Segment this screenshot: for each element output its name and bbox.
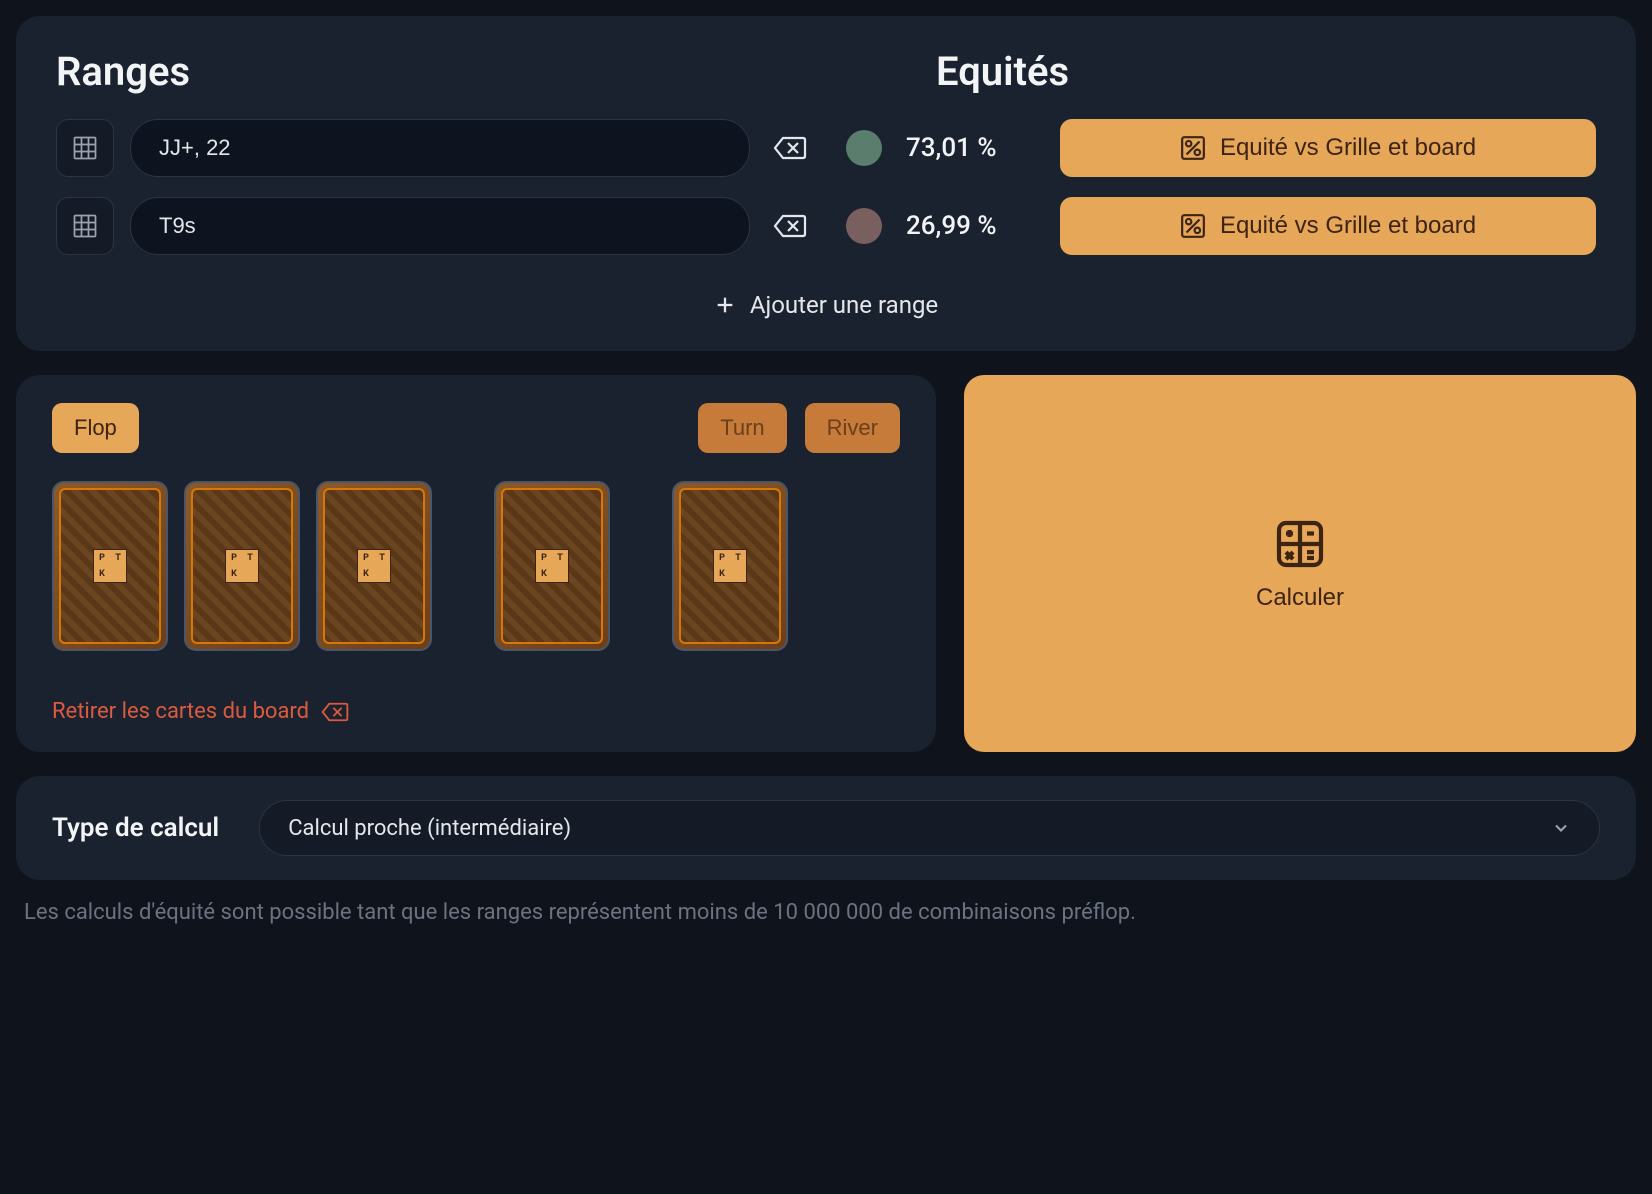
equity-btn-label: Equité vs Grille et board xyxy=(1220,134,1476,162)
clear-range-button[interactable] xyxy=(766,202,814,250)
add-range-label: Ajouter une range xyxy=(750,291,938,319)
equity-section: 26,99 % Equité vs Grille et board xyxy=(846,197,1596,255)
clear-range-button[interactable] xyxy=(766,124,814,172)
turn-river-tab-group: Turn River xyxy=(698,403,900,453)
remove-cards-label: Retirer les cartes du board xyxy=(52,699,309,724)
grid-icon xyxy=(71,212,99,240)
flop-tab-group: Flop xyxy=(52,403,139,453)
card-back-logo: PTK xyxy=(535,549,569,583)
range-input[interactable] xyxy=(130,197,750,255)
range-row: 73,01 % Equité vs Grille et board xyxy=(56,119,1596,177)
calc-type-label: Type de calcul xyxy=(52,813,219,843)
calc-type-panel: Type de calcul Calcul proche (intermédia… xyxy=(16,776,1636,880)
card-back-logo: PTK xyxy=(225,549,259,583)
board-panel: Flop Turn River PTK PTK PTK PTK PTK Reti… xyxy=(16,375,936,752)
board-calc-row: Flop Turn River PTK PTK PTK PTK PTK Reti… xyxy=(16,375,1636,752)
plus-icon xyxy=(714,294,736,316)
tab-turn[interactable]: Turn xyxy=(698,403,786,453)
equity-value: 73,01 % xyxy=(906,133,1036,163)
range-color-dot xyxy=(846,130,882,166)
ranges-panel: Ranges Equités 73,01 % xyxy=(16,16,1636,351)
equity-btn-label: Equité vs Grille et board xyxy=(1220,212,1476,240)
range-row: 26,99 % Equité vs Grille et board xyxy=(56,197,1596,255)
add-range-button[interactable]: Ajouter une range xyxy=(56,291,1596,319)
flop-card-1[interactable]: PTK xyxy=(52,481,168,651)
ranges-heading: Ranges xyxy=(56,48,936,95)
calculate-button[interactable]: Calculer xyxy=(964,375,1636,752)
footer-note: Les calculs d'équité sont possible tant … xyxy=(16,900,1636,925)
flop-card-2[interactable]: PTK xyxy=(184,481,300,651)
equity-value: 26,99 % xyxy=(906,211,1036,241)
backspace-icon xyxy=(321,701,349,723)
turn-card[interactable]: PTK xyxy=(494,481,610,651)
card-back-logo: PTK xyxy=(357,549,391,583)
equity-vs-grid-button[interactable]: Equité vs Grille et board xyxy=(1060,197,1596,255)
percent-icon xyxy=(1180,135,1206,161)
panel-headers: Ranges Equités xyxy=(56,48,1596,95)
chevron-down-icon xyxy=(1551,818,1571,838)
tab-flop[interactable]: Flop xyxy=(52,403,139,453)
range-input[interactable] xyxy=(130,119,750,177)
equity-section: 73,01 % Equité vs Grille et board xyxy=(846,119,1596,177)
card-back-logo: PTK xyxy=(713,549,747,583)
calc-type-select[interactable]: Calcul proche (intermédiaire) xyxy=(259,800,1600,856)
backspace-icon xyxy=(773,213,807,239)
calculate-label: Calculer xyxy=(1256,584,1344,612)
board-cards-row: PTK PTK PTK PTK PTK xyxy=(52,481,900,651)
card-back-logo: PTK xyxy=(93,549,127,583)
equity-vs-grid-button[interactable]: Equité vs Grille et board xyxy=(1060,119,1596,177)
range-color-dot xyxy=(846,208,882,244)
tab-river[interactable]: River xyxy=(805,403,900,453)
remove-board-cards-button[interactable]: Retirer les cartes du board xyxy=(52,699,900,724)
flop-card-3[interactable]: PTK xyxy=(316,481,432,651)
equities-heading: Equités xyxy=(936,48,1596,95)
calculator-icon xyxy=(1272,516,1328,572)
calc-type-selected: Calcul proche (intermédiaire) xyxy=(288,816,571,841)
percent-icon xyxy=(1180,213,1206,239)
grid-icon xyxy=(71,134,99,162)
grid-button[interactable] xyxy=(56,119,114,177)
river-card[interactable]: PTK xyxy=(672,481,788,651)
backspace-icon xyxy=(773,135,807,161)
grid-button[interactable] xyxy=(56,197,114,255)
